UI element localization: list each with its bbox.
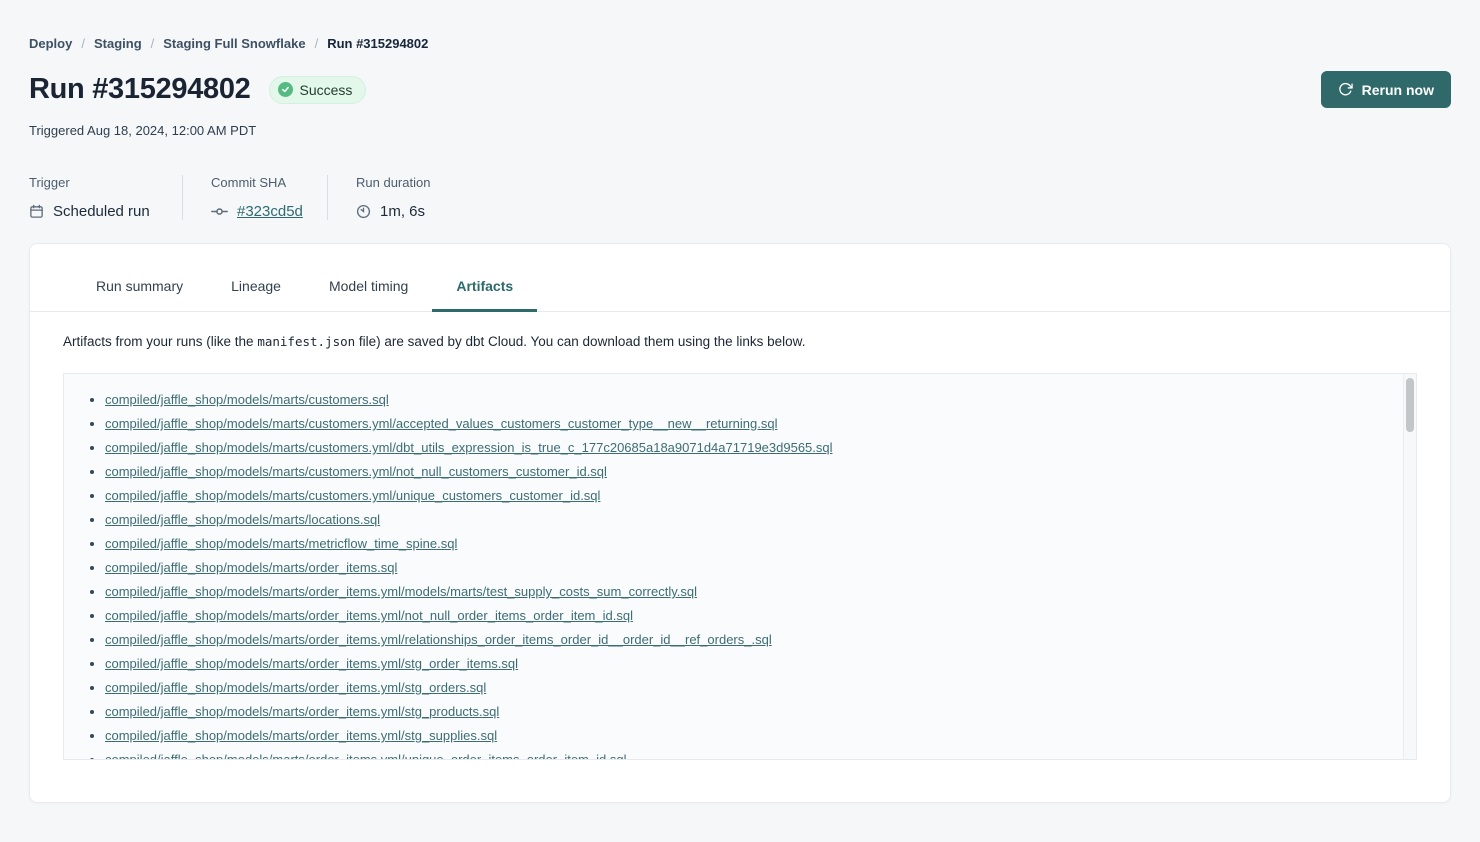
artifact-file-link[interactable]: compiled/jaffle_shop/models/marts/order_… xyxy=(105,584,697,599)
artifact-file-item: compiled/jaffle_shop/models/marts/order_… xyxy=(105,724,1386,748)
artifacts-description-pre: Artifacts from your runs (like the xyxy=(63,334,257,349)
breadcrumb-separator: / xyxy=(315,36,319,51)
artifact-file-item: compiled/jaffle_shop/models/marts/order_… xyxy=(105,748,1386,760)
artifact-file-item: compiled/jaffle_shop/models/marts/order_… xyxy=(105,556,1386,580)
run-meta: Trigger Scheduled run Commit SHA #323cd5… xyxy=(29,175,1451,220)
breadcrumb-current-run: Run #315294802 xyxy=(327,36,428,51)
artifact-file-link[interactable]: compiled/jaffle_shop/models/marts/order_… xyxy=(105,680,486,695)
artifact-file-item: compiled/jaffle_shop/models/marts/locati… xyxy=(105,508,1386,532)
meta-duration-label: Run duration xyxy=(356,175,430,190)
scrollbar-track[interactable] xyxy=(1403,374,1416,759)
artifact-file-item: compiled/jaffle_shop/models/marts/order_… xyxy=(105,628,1386,652)
artifact-file-link[interactable]: compiled/jaffle_shop/models/marts/order_… xyxy=(105,728,497,743)
meta-trigger-label: Trigger xyxy=(29,175,152,190)
breadcrumb-staging-full-snowflake[interactable]: Staging Full Snowflake xyxy=(163,36,305,51)
artifact-file-item: compiled/jaffle_shop/models/marts/custom… xyxy=(105,436,1386,460)
header: Run #315294802 Success Rerun now xyxy=(29,71,1451,108)
artifact-file-item: compiled/jaffle_shop/models/marts/custom… xyxy=(105,412,1386,436)
meta-duration-value: 1m, 6s xyxy=(380,203,425,220)
artifact-file-link[interactable]: compiled/jaffle_shop/models/marts/custom… xyxy=(105,440,833,455)
artifact-file-box: compiled/jaffle_shop/models/marts/custom… xyxy=(63,373,1417,760)
tab-run-summary[interactable]: Run summary xyxy=(72,270,207,312)
run-detail-card: Run summaryLineageModel timing Artifacts … xyxy=(29,243,1451,803)
artifact-file-item: compiled/jaffle_shop/models/marts/custom… xyxy=(105,484,1386,508)
scrollbar-thumb[interactable] xyxy=(1406,378,1414,432)
meta-commit: Commit SHA #323cd5d xyxy=(182,175,327,220)
artifact-file-item: compiled/jaffle_shop/models/marts/order_… xyxy=(105,700,1386,724)
refresh-icon xyxy=(1338,82,1353,97)
artifact-file-item: compiled/jaffle_shop/models/marts/order_… xyxy=(105,604,1386,628)
artifact-file-item: compiled/jaffle_shop/models/marts/order_… xyxy=(105,580,1386,604)
breadcrumb: Deploy / Staging / Staging Full Snowflak… xyxy=(29,0,1451,51)
artifact-file-link[interactable]: compiled/jaffle_shop/models/marts/order_… xyxy=(105,704,499,719)
artifact-file-link[interactable]: compiled/jaffle_shop/models/marts/custom… xyxy=(105,392,389,407)
artifacts-description-post: file) are saved by dbt Cloud. You can do… xyxy=(355,334,805,349)
artifact-file-link[interactable]: compiled/jaffle_shop/models/marts/locati… xyxy=(105,512,380,527)
artifact-file-link[interactable]: compiled/jaffle_shop/models/marts/metric… xyxy=(105,536,457,551)
artifact-file-link[interactable]: compiled/jaffle_shop/models/marts/order_… xyxy=(105,656,518,671)
meta-trigger-value: Scheduled run xyxy=(53,203,150,220)
meta-duration: Run duration 1m, 6s xyxy=(327,175,460,220)
triggered-timestamp: Triggered Aug 18, 2024, 12:00 AM PDT xyxy=(29,123,1451,138)
meta-trigger: Trigger Scheduled run xyxy=(29,175,182,220)
artifact-file-link[interactable]: compiled/jaffle_shop/models/marts/order_… xyxy=(105,752,626,760)
artifact-file-list: compiled/jaffle_shop/models/marts/custom… xyxy=(64,374,1416,760)
commit-sha-link[interactable]: #323cd5d xyxy=(237,203,303,220)
artifact-file-item: compiled/jaffle_shop/models/marts/order_… xyxy=(105,676,1386,700)
tab-artifacts[interactable]: Artifacts xyxy=(432,270,537,312)
artifact-file-item: compiled/jaffle_shop/models/marts/custom… xyxy=(105,460,1386,484)
success-check-icon xyxy=(278,82,293,97)
tab-bar: Run summaryLineageModel timingArtifacts xyxy=(30,244,1450,312)
artifact-file-link[interactable]: compiled/jaffle_shop/models/marts/custom… xyxy=(105,464,607,479)
artifact-file-item: compiled/jaffle_shop/models/marts/order_… xyxy=(105,652,1386,676)
artifact-file-item: compiled/jaffle_shop/models/marts/custom… xyxy=(105,388,1386,412)
status-badge: Success xyxy=(269,76,367,104)
artifact-file-link[interactable]: compiled/jaffle_shop/models/marts/order_… xyxy=(105,608,633,623)
status-badge-label: Success xyxy=(300,82,353,98)
rerun-now-button[interactable]: Rerun now xyxy=(1321,71,1451,108)
commit-icon xyxy=(211,203,228,220)
breadcrumb-separator: / xyxy=(81,36,85,51)
tab-model-timing[interactable]: Model timing xyxy=(305,270,432,312)
meta-commit-label: Commit SHA xyxy=(211,175,297,190)
artifacts-description: Artifacts from your runs (like the manif… xyxy=(63,334,1417,349)
breadcrumb-staging[interactable]: Staging xyxy=(94,36,142,51)
calendar-icon xyxy=(29,204,44,219)
artifact-file-link[interactable]: compiled/jaffle_shop/models/marts/custom… xyxy=(105,488,600,503)
manifest-json-code: manifest.json xyxy=(257,334,355,349)
run-detail-page: Deploy / Staging / Staging Full Snowflak… xyxy=(0,0,1480,803)
page-title: Run #315294802 xyxy=(29,73,251,106)
artifact-file-link[interactable]: compiled/jaffle_shop/models/marts/custom… xyxy=(105,416,777,431)
clock-icon xyxy=(356,204,371,219)
artifact-file-link[interactable]: compiled/jaffle_shop/models/marts/order_… xyxy=(105,632,772,647)
breadcrumb-deploy[interactable]: Deploy xyxy=(29,36,72,51)
artifact-file-link[interactable]: compiled/jaffle_shop/models/marts/order_… xyxy=(105,560,397,575)
tab-lineage[interactable]: Lineage xyxy=(207,270,305,312)
rerun-now-label: Rerun now xyxy=(1362,82,1434,98)
artifact-file-item: compiled/jaffle_shop/models/marts/metric… xyxy=(105,532,1386,556)
breadcrumb-separator: / xyxy=(151,36,155,51)
